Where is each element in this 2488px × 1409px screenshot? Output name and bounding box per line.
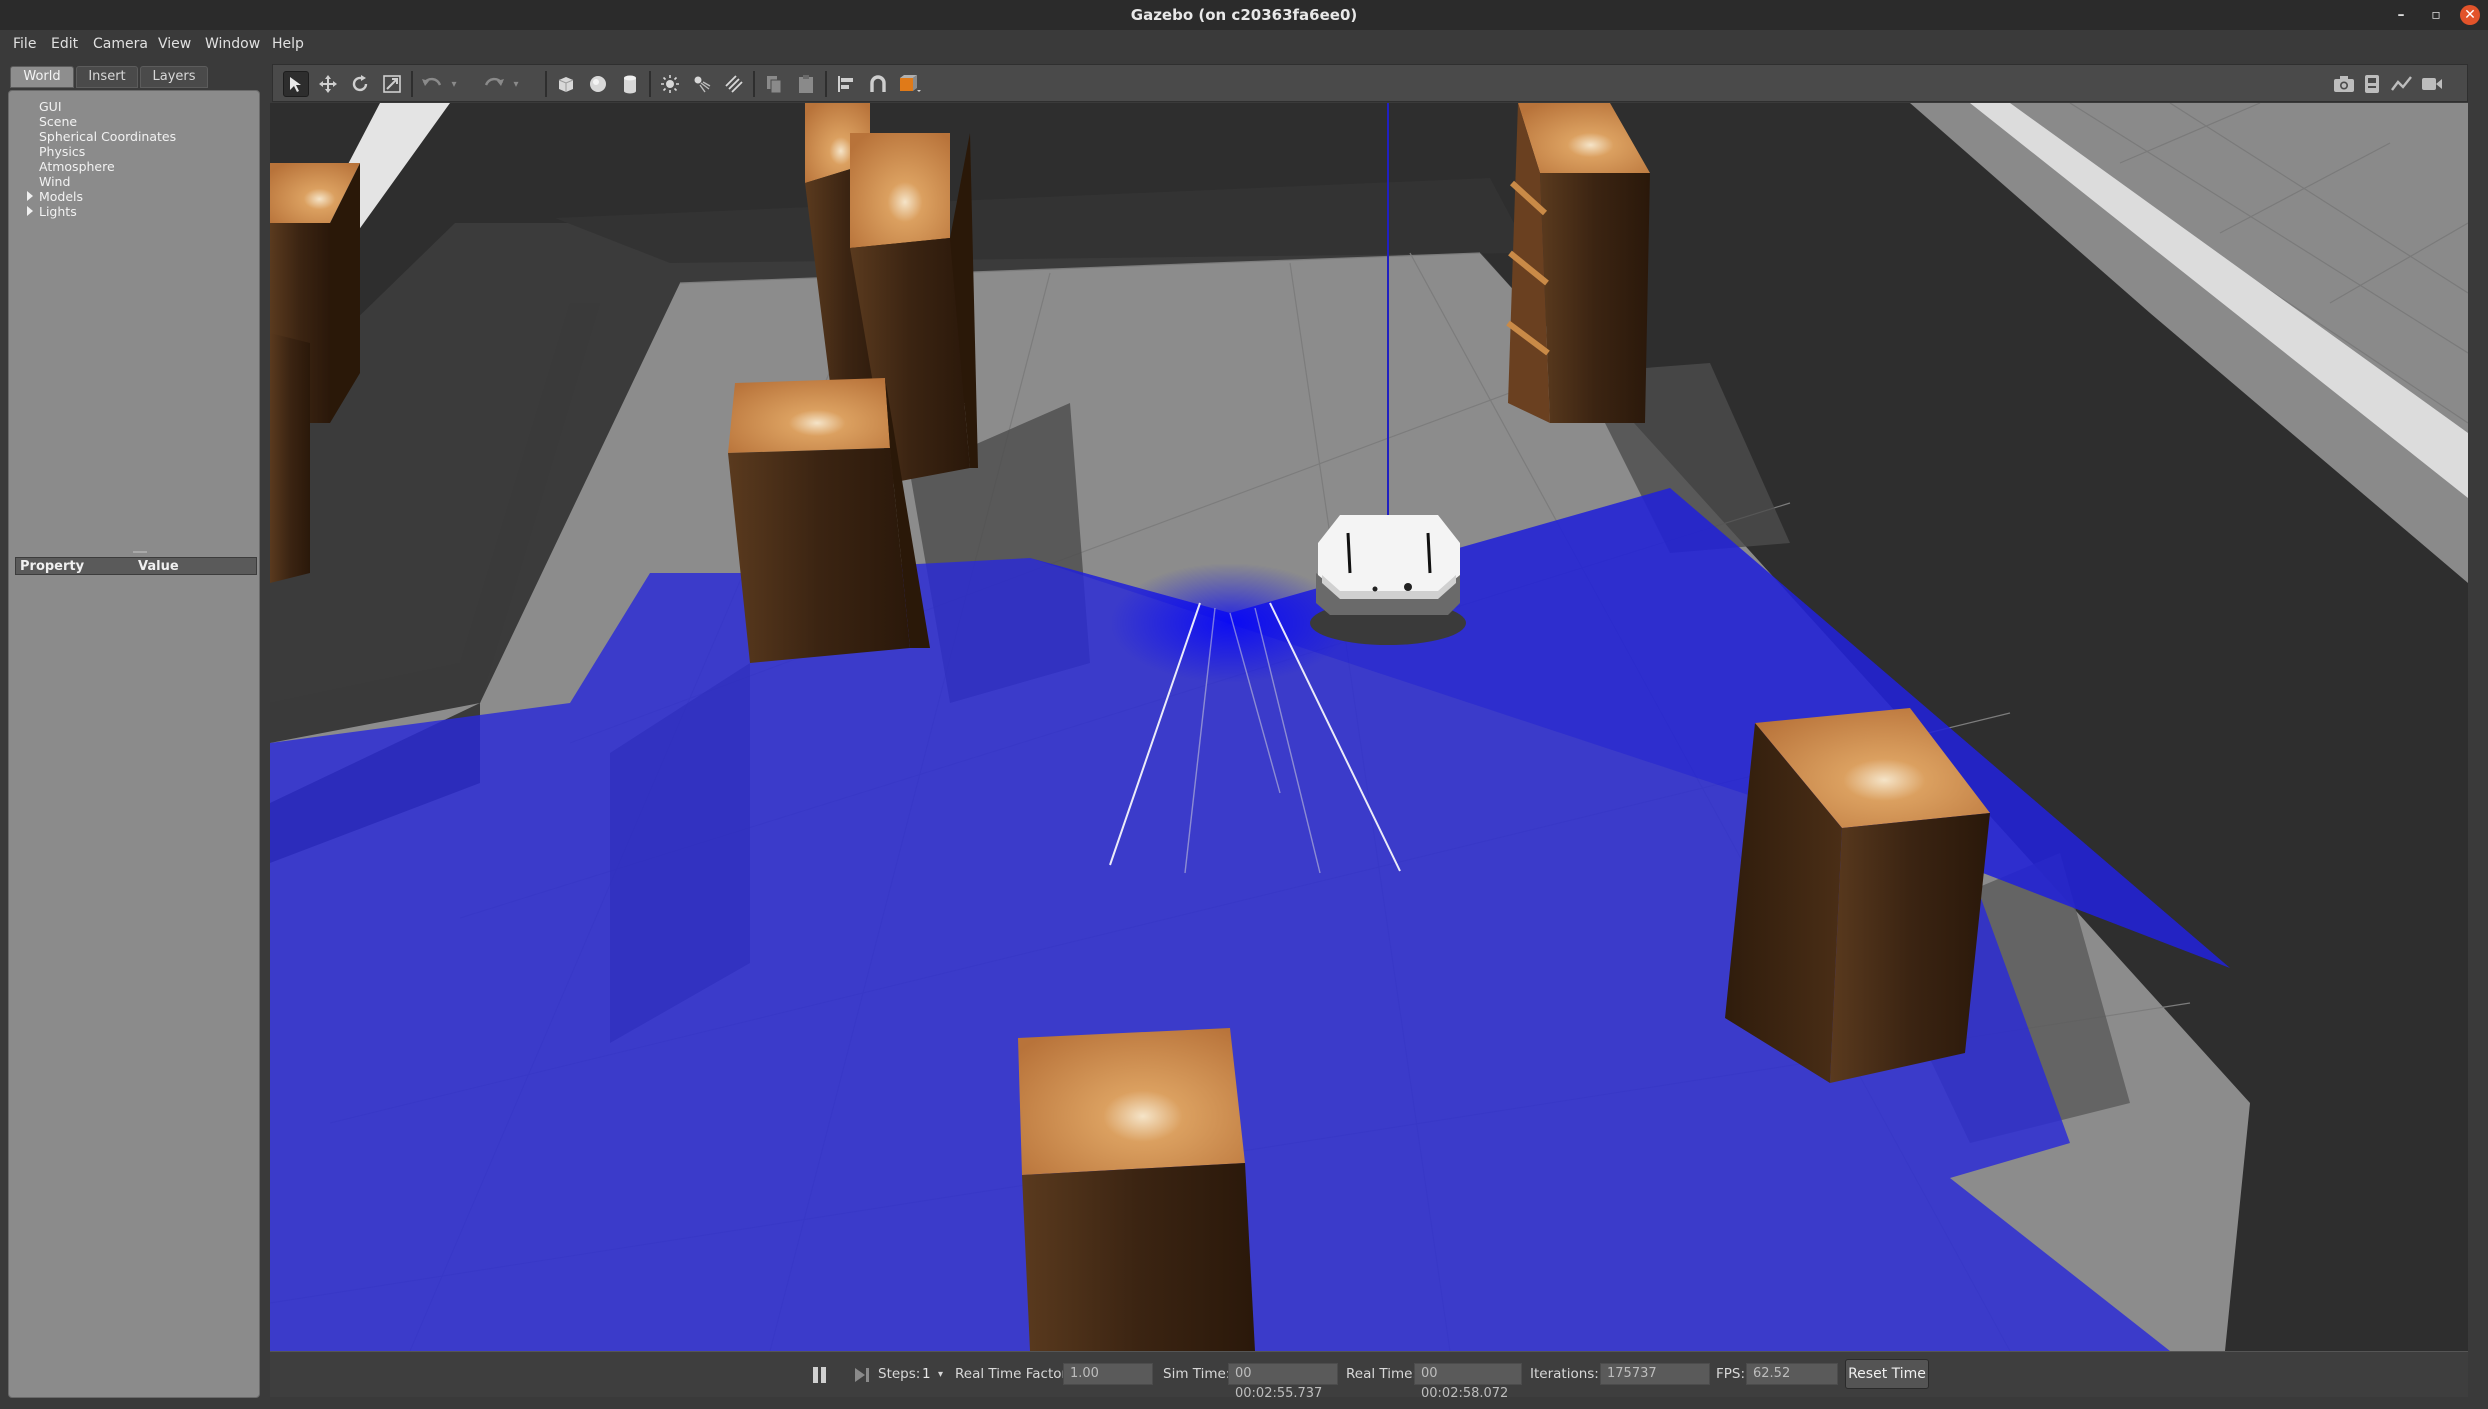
- screenshot-icon[interactable]: [2331, 71, 2357, 97]
- steps-label: Steps:: [878, 1366, 921, 1382]
- tab-layers[interactable]: Layers: [140, 66, 208, 88]
- sim-time-label: Sim Time:: [1163, 1366, 1231, 1382]
- record-icon[interactable]: [2419, 71, 2445, 97]
- gazebo-app: Gazebo (on c20363fa6ee0) – ▫ ✕ File Edit…: [0, 0, 2488, 1409]
- iterations-label: Iterations:: [1530, 1366, 1599, 1382]
- left-tabs: World Insert Layers: [10, 64, 260, 90]
- real-time-label: Real Time:: [1346, 1366, 1417, 1382]
- plot-icon[interactable]: [2389, 71, 2415, 97]
- directional-light-icon[interactable]: [721, 71, 747, 97]
- title-bar: Gazebo (on c20363fa6ee0) – ▫ ✕: [0, 0, 2488, 30]
- tree-item-wind[interactable]: Wind: [39, 174, 70, 189]
- left-panel: World Insert Layers GUI Scene Spherical …: [8, 64, 262, 1398]
- property-table-header: Property Value: [15, 557, 257, 575]
- time-panel: Steps: 1 ▾ Real Time Factor: 1.00 Sim Ti…: [270, 1351, 2468, 1401]
- tree-item-models[interactable]: Models: [39, 189, 83, 204]
- menu-bar: File Edit Camera View Window Help: [0, 30, 2488, 58]
- window-title: Gazebo (on c20363fa6ee0): [1130, 6, 1358, 24]
- toolbar-separator: [753, 71, 755, 97]
- undo-history-icon[interactable]: ▾: [447, 71, 461, 97]
- tree-item-gui[interactable]: GUI: [39, 99, 62, 114]
- rotate-mode-icon[interactable]: [347, 71, 373, 97]
- tree-item-lights[interactable]: Lights: [39, 204, 77, 219]
- real-time-factor-label: Real Time Factor:: [955, 1366, 1072, 1382]
- maximize-icon[interactable]: ▫: [2426, 5, 2446, 25]
- step-icon[interactable]: [852, 1365, 872, 1385]
- property-column-header: Property: [20, 559, 85, 574]
- snap-icon[interactable]: [865, 71, 891, 97]
- fps-field: 62.52: [1746, 1363, 1838, 1385]
- sphere-shape-icon[interactable]: [585, 71, 611, 97]
- scale-mode-icon[interactable]: [379, 71, 405, 97]
- iterations-field: 175737: [1600, 1363, 1710, 1385]
- paste-icon[interactable]: [793, 71, 819, 97]
- real-time-factor-field: 1.00: [1063, 1363, 1153, 1385]
- shelf-bottom-center[interactable]: [1018, 1028, 1255, 1351]
- box-shape-icon[interactable]: [553, 71, 579, 97]
- log-icon[interactable]: [2359, 71, 2385, 97]
- menu-help[interactable]: Help: [272, 36, 304, 52]
- shelf-right[interactable]: [1725, 708, 1990, 1083]
- undo-icon[interactable]: [419, 71, 445, 97]
- 3d-viewport[interactable]: [270, 103, 2468, 1351]
- sim-time-field: 00 00:02:55.737: [1228, 1363, 1338, 1401]
- menu-file[interactable]: File: [13, 36, 36, 52]
- robot-model[interactable]: [1310, 515, 1466, 645]
- redo-icon[interactable]: [481, 71, 507, 97]
- expand-models-icon[interactable]: [27, 191, 33, 201]
- translate-mode-icon[interactable]: [315, 71, 341, 97]
- tree-item-spherical-coordinates[interactable]: Spherical Coordinates: [39, 129, 176, 144]
- tree-item-atmosphere[interactable]: Atmosphere: [39, 159, 115, 174]
- cylinder-shape-icon[interactable]: [617, 71, 643, 97]
- fps-label: FPS:: [1716, 1366, 1746, 1382]
- reset-time-button[interactable]: Reset Time: [1845, 1359, 1929, 1389]
- expand-lights-icon[interactable]: [27, 206, 33, 216]
- copy-icon[interactable]: [761, 71, 787, 97]
- toolbar-separator: [649, 71, 651, 97]
- spot-light-icon[interactable]: [689, 71, 715, 97]
- toolbar-separator: [545, 71, 547, 97]
- tab-world[interactable]: World: [10, 66, 74, 88]
- minimize-icon[interactable]: –: [2391, 5, 2411, 25]
- menu-view[interactable]: View: [158, 36, 191, 52]
- toolbar-separator: [411, 71, 413, 97]
- tab-insert[interactable]: Insert: [76, 66, 138, 88]
- tree-item-scene[interactable]: Scene: [39, 114, 77, 129]
- align-icon[interactable]: [833, 71, 859, 97]
- tree-item-physics[interactable]: Physics: [39, 144, 85, 159]
- point-light-icon[interactable]: [657, 71, 683, 97]
- steps-stepper[interactable]: 1: [922, 1366, 931, 1382]
- real-time-field: 00 00:02:58.072: [1414, 1363, 1522, 1401]
- close-icon[interactable]: ✕: [2460, 5, 2480, 25]
- value-column-header: Value: [138, 559, 179, 574]
- steps-stepper-arrow-icon[interactable]: ▾: [938, 1369, 943, 1380]
- menu-window[interactable]: Window: [205, 36, 260, 52]
- world-tree-panel: GUI Scene Spherical Coordinates Physics …: [8, 90, 260, 1398]
- main-toolbar: ▾ ▾: [272, 64, 2468, 102]
- select-mode-icon[interactable]: [283, 71, 309, 97]
- pause-icon[interactable]: [810, 1365, 830, 1385]
- menu-camera[interactable]: Camera: [93, 36, 148, 52]
- panel-splitter-handle[interactable]: [133, 551, 147, 553]
- change-view-icon[interactable]: [897, 71, 923, 97]
- menu-edit[interactable]: Edit: [51, 36, 78, 52]
- scene-render[interactable]: [270, 103, 2468, 1351]
- toolbar-separator: [825, 71, 827, 97]
- bookshelf-top-right[interactable]: [1506, 103, 1650, 423]
- redo-history-icon[interactable]: ▾: [509, 71, 523, 97]
